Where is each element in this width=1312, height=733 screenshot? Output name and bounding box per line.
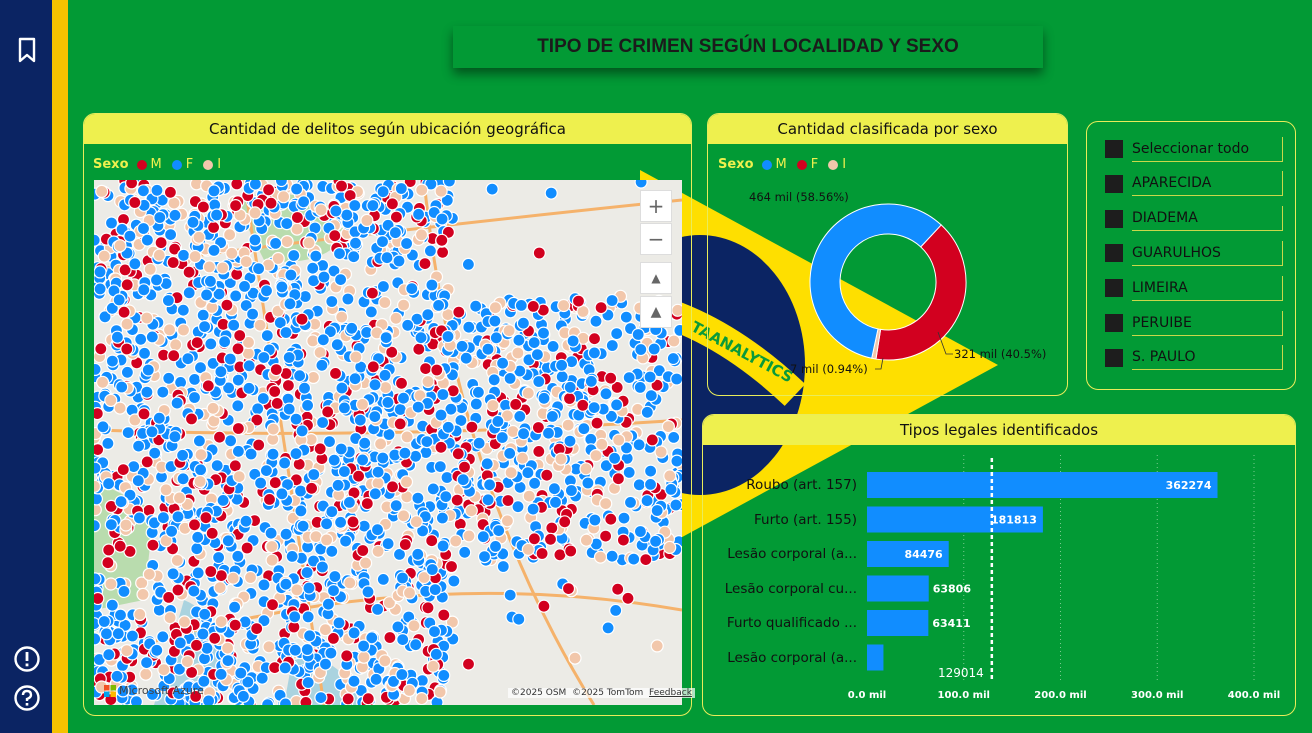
bar-data-label: 63411 bbox=[932, 617, 970, 630]
x-tick-label: 300.0 mil bbox=[1131, 690, 1184, 701]
x-tick-label: 0.0 mil bbox=[847, 690, 887, 701]
bar-data-label: 84476 bbox=[904, 548, 943, 561]
bar[interactable] bbox=[867, 610, 929, 636]
bar-data-label: 181813 bbox=[991, 514, 1037, 527]
bar-data-label: 63806 bbox=[933, 583, 972, 596]
x-tick-label: 100.0 mil bbox=[937, 690, 990, 701]
x-tick-label: 400.0 mil bbox=[1227, 690, 1281, 701]
legal-types-bar-chart[interactable]: 362274 181813 84476 63806 63411 129014 bbox=[0, 0, 1312, 733]
bar-data-label: 362274 bbox=[1166, 479, 1212, 492]
reference-line-label: 129014 bbox=[938, 666, 984, 680]
x-tick-label: 200.0 mil bbox=[1034, 690, 1087, 701]
bar[interactable] bbox=[867, 644, 884, 671]
bar[interactable] bbox=[867, 575, 929, 602]
